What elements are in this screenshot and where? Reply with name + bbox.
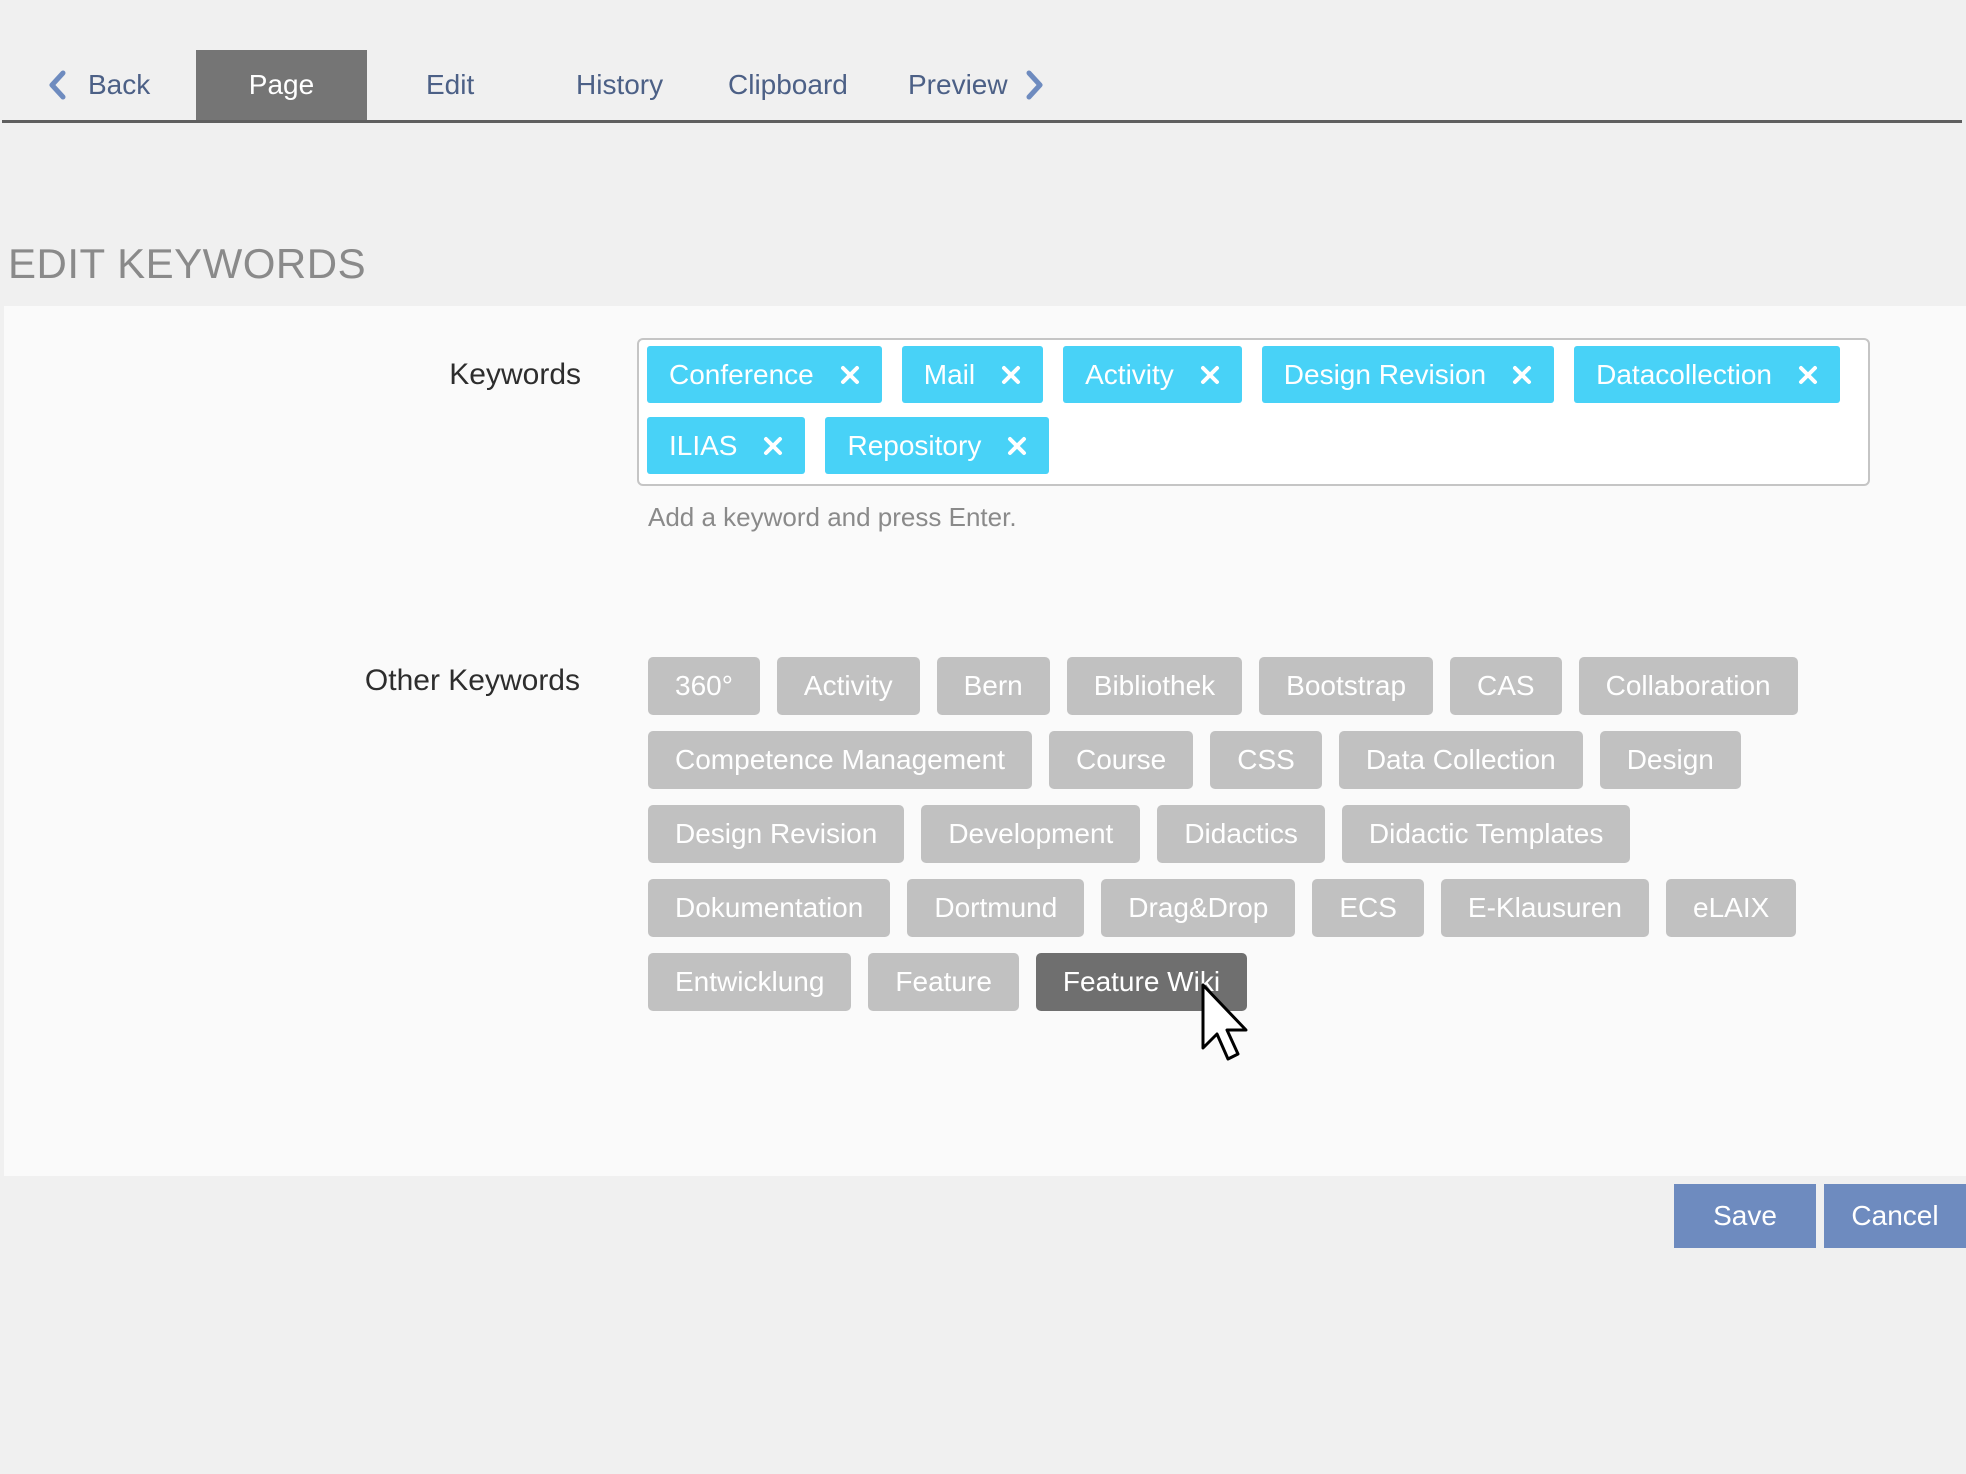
close-icon[interactable] [1001, 365, 1021, 385]
mouse-pointer-icon [1200, 982, 1256, 1062]
keyword-chip: Conference [647, 346, 882, 403]
tab-edit[interactable]: Edit [426, 50, 474, 120]
other-keyword-chip[interactable]: Didactics [1157, 805, 1325, 863]
keyword-chip-label: Datacollection [1596, 358, 1772, 390]
keyword-chip: Design Revision [1261, 346, 1555, 403]
keyword-chip: Mail [901, 346, 1044, 403]
other-keyword-chip[interactable]: eLAIX [1666, 879, 1797, 937]
tab-page-label: Page [248, 69, 315, 100]
other-keyword-chip[interactable]: Course [1048, 731, 1194, 789]
close-icon[interactable] [763, 436, 783, 456]
tab-back-label: Back [88, 69, 151, 100]
tab-edit-label: Edit [426, 69, 475, 100]
tab-history-label: History [576, 69, 664, 100]
keywords-label: Keywords [449, 358, 581, 391]
other-keyword-chip[interactable]: Entwicklung [648, 953, 852, 1011]
other-keyword-chip[interactable]: Dokumentation [648, 879, 891, 937]
other-keyword-chip[interactable]: Data Collection [1338, 731, 1583, 789]
keyword-chip: Activity [1063, 346, 1242, 403]
other-keyword-chip[interactable]: CAS [1450, 657, 1562, 715]
other-keyword-chip[interactable]: Drag&Drop [1101, 879, 1296, 937]
keyword-chip: Repository [825, 417, 1050, 474]
other-keyword-chip[interactable]: Design [1599, 731, 1741, 789]
other-keyword-chip[interactable]: Didactic Templates [1341, 805, 1631, 863]
tab-bar: Back Page Edit History Clipboard Preview [2, 50, 1962, 123]
keyword-chip-label: Design Revision [1283, 358, 1487, 390]
other-keyword-chip[interactable]: CSS [1210, 731, 1322, 789]
keyword-chip-label: Repository [847, 429, 982, 461]
other-keyword-chip[interactable]: Competence Management [648, 731, 1032, 789]
close-icon[interactable] [1798, 365, 1818, 385]
keyword-chip-label: Mail [923, 358, 976, 390]
other-keywords-label: Other Keywords [364, 664, 580, 697]
other-keyword-chip[interactable]: ECS [1312, 879, 1424, 937]
tab-page[interactable]: Page [196, 50, 367, 120]
other-keyword-chip[interactable]: Feature [868, 953, 1019, 1011]
close-icon[interactable] [840, 365, 860, 385]
other-keyword-chip[interactable]: Activity [776, 657, 920, 715]
tab-clipboard-label: Clipboard [728, 69, 848, 100]
other-keywords-list: 360° Activity Bern Bibliothek Bootstrap CAS Co… [648, 657, 1798, 1011]
keyword-hint: Add a keyword and press Enter. [648, 502, 1017, 532]
keyword-chip-label: Conference [669, 358, 814, 390]
close-icon[interactable] [1007, 436, 1027, 456]
other-keyword-chip[interactable]: Design Revision [648, 805, 905, 863]
selected-keywords: Conference Mail Activity Design Revision Dat… [647, 346, 1867, 474]
tab-back[interactable]: Back [48, 50, 150, 120]
other-keyword-chip[interactable]: Bootstrap [1259, 657, 1434, 715]
tab-preview[interactable]: Preview [908, 50, 1044, 120]
other-keyword-chip[interactable]: Bibliothek [1066, 657, 1243, 715]
keywords-input[interactable]: Conference Mail Activity Design Revision Dat… [637, 338, 1870, 486]
keyword-chip: Datacollection [1574, 346, 1840, 403]
chevron-right-icon [1026, 70, 1044, 100]
other-keyword-chip[interactable]: Bern [936, 657, 1050, 715]
keyword-chip-label: ILIAS [669, 429, 738, 461]
chevron-left-icon [48, 70, 66, 100]
other-keyword-chip[interactable]: Collaboration [1578, 657, 1798, 715]
save-button[interactable]: Save [1674, 1184, 1816, 1248]
page-title: EDIT KEYWORDS [8, 240, 367, 287]
close-icon[interactable] [1512, 365, 1532, 385]
other-keyword-chip[interactable]: 360° [648, 657, 760, 715]
other-keyword-chip[interactable]: Development [921, 805, 1141, 863]
close-icon[interactable] [1200, 365, 1220, 385]
tab-clipboard[interactable]: Clipboard [728, 50, 848, 120]
keywords-form: Keywords Conference Mail Activity Design Re… [4, 306, 1966, 1176]
other-keyword-chip[interactable]: E-Klausuren [1440, 879, 1650, 937]
cancel-button[interactable]: Cancel [1824, 1184, 1966, 1248]
tab-preview-label: Preview [908, 69, 1008, 100]
keyword-chip: ILIAS [647, 417, 806, 474]
other-keyword-chip[interactable]: Dortmund [907, 879, 1085, 937]
tab-history[interactable]: History [576, 50, 663, 120]
keyword-chip-label: Activity [1085, 358, 1174, 390]
